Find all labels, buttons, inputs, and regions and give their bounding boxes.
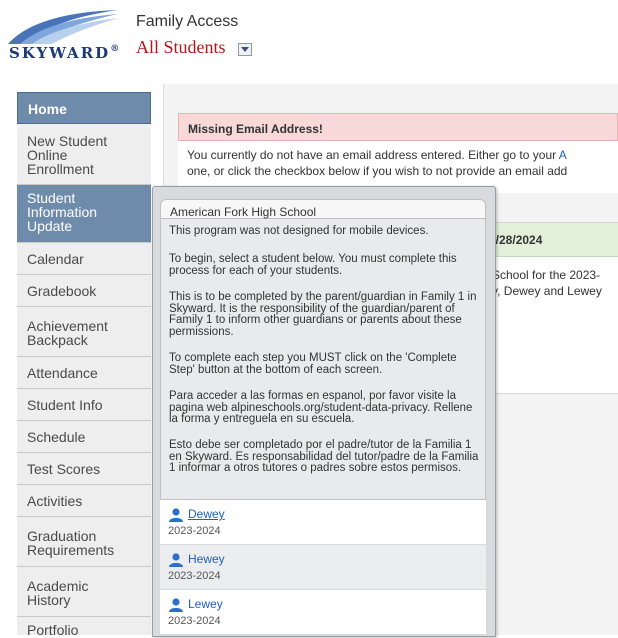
swoosh-icon [8,10,118,44]
alert-line1-text: You currently do not have an email addre… [187,148,559,162]
student-selector-label[interactable]: All Students [136,37,226,58]
student-name[interactable]: Hewey [188,552,486,566]
missing-email-alert: Missing Email Address! You currently do … [178,113,618,193]
student-select-popup: American Fork High School This program w… [152,186,496,637]
sidebar-item-label: New Student Online Enrollment [27,133,108,177]
sidebar-item-label: Portfolio [27,622,79,638]
skyward-logo[interactable]: SKYWARD® [6,6,121,62]
alert-title: Missing Email Address! [178,113,618,141]
sidebar-item-label: Student Info [27,397,103,413]
student-row-dewey[interactable]: Dewey 2023-2024 [160,500,486,544]
sidebar-item-label: Student Information Update [27,190,98,234]
header: SKYWARD® Family Access All Students [0,0,618,84]
student-name[interactable]: Lewey [188,597,486,611]
alert-line2-text: one, or click the checkbox below if you … [187,164,568,178]
logo-text: SKYWARD [9,44,111,62]
student-row-lewey[interactable]: Lewey 2023-2024 [160,590,486,634]
sidebar-item-attendance[interactable]: Attendance [17,357,151,389]
instruction-complete-step: To complete each step you MUST click on … [169,352,457,376]
sidebar-item-new-student-online-enrollment[interactable]: New Student Online Enrollment [17,128,151,185]
chevron-down-icon[interactable] [238,43,252,56]
student-year: 2023-2024 [168,525,221,537]
sidebar-nav: Home New Student Online Enrollment Stude… [17,92,151,638]
sidebar-item-label: Test Scores [27,461,101,477]
student-year: 2023-2024 [168,615,221,627]
student-year: 2023-2024 [168,570,221,582]
sidebar-item-label: Achievement Backpack [27,318,108,348]
sidebar-item-graduation-requirements[interactable]: Graduation Requirements [17,517,151,567]
info-panel: 6/28/2024 School for the 2023- y, Dewey … [485,222,618,394]
student-name[interactable]: Dewey [188,507,486,521]
sidebar-item-schedule[interactable]: Schedule [17,421,151,453]
app-title: Family Access [136,13,239,30]
sidebar-item-home[interactable]: Home [17,92,151,124]
person-icon [169,508,183,522]
sidebar-item-portfolio[interactable]: Portfolio [17,617,151,638]
info-panel-header: 6/28/2024 [486,223,618,257]
sidebar-item-gradebook[interactable]: Gradebook [17,275,151,307]
registered-mark: ® [110,44,122,54]
popup-instructions: This program was not designed for mobile… [160,219,486,500]
alert-body: You currently do not have an email addre… [187,147,618,179]
sidebar-item-academic-history[interactable]: Academic History [17,567,151,617]
account-link[interactable]: A [559,148,567,162]
info-panel-line2: y, Dewey and Lewey [492,284,602,298]
sidebar-item-label: Home [28,101,67,117]
student-row-hewey[interactable]: Hewey 2023-2024 [160,545,486,589]
instruction-begin: To begin, select a student below. You mu… [169,253,457,277]
sidebar-item-label: Gradebook [27,283,97,299]
sidebar-item-label: Graduation Requirements [27,528,115,558]
info-panel-text: School for the 2023- y, Dewey and Lewey [492,267,618,299]
popup-title: American Fork High School [160,199,486,219]
sidebar-item-activities[interactable]: Activities [17,485,151,517]
sidebar-item-label: Attendance [27,365,98,381]
student-list: Dewey 2023-2024 Hewey 2023-2024 Lewey 20… [160,500,486,636]
sidebar-item-student-information-update[interactable]: Student Information Update [17,185,151,243]
sidebar-item-achievement-backpack[interactable]: Achievement Backpack [17,307,151,357]
person-icon [169,598,183,612]
instruction-family: This is to be completed by the parent/gu… [169,291,477,338]
sidebar-item-label: Activities [27,493,83,509]
sidebar-item-student-info[interactable]: Student Info [17,389,151,421]
instruction-spanish-family: Esto debe ser completado por el padre/tu… [169,439,479,474]
sidebar-item-test-scores[interactable]: Test Scores [17,453,151,485]
instruction-mobile: This program was not designed for mobile… [169,225,429,237]
sidebar-item-label: Schedule [27,429,86,445]
info-panel-line1: School for the 2023- [492,268,601,282]
instruction-spanish-forms: Para acceder a las formas en espanol, po… [169,390,473,425]
person-icon [169,553,183,567]
sidebar-item-label: Calendar [27,251,84,267]
sidebar-item-label: Academic History [27,578,89,608]
sidebar-item-calendar[interactable]: Calendar [17,243,151,275]
